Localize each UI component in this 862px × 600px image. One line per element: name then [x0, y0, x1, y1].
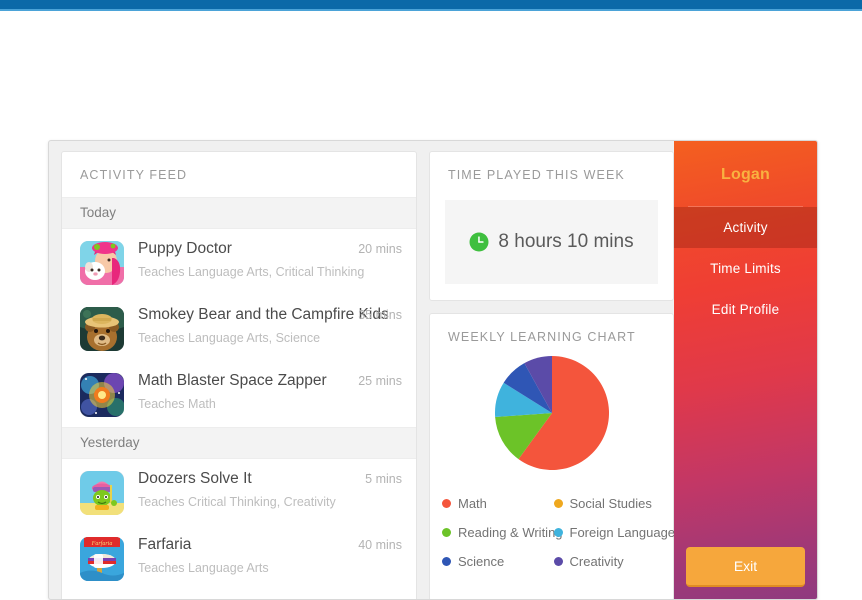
- activity-item-minutes: 5 mins: [365, 472, 402, 486]
- legend-color-dot: [553, 557, 563, 566]
- svg-text:Farfaria: Farfaria: [91, 540, 113, 547]
- legend-color-dot: [442, 499, 451, 508]
- activity-item-minutes: 20 mins: [358, 242, 402, 256]
- exit-button[interactable]: Exit: [686, 547, 805, 587]
- activity-feed-item-clipped[interactable]: [62, 591, 416, 599]
- legend-item: Math: [442, 489, 554, 518]
- legend-color-dot: [553, 499, 563, 508]
- profile-name: Logan: [721, 166, 770, 183]
- activity-item-minutes: 25 mins: [358, 374, 402, 388]
- legend-label: Social Studies: [569, 496, 652, 511]
- time-played-title: TIME PLAYED THIS WEEK: [448, 168, 625, 182]
- legend-label: Creativity: [569, 554, 624, 569]
- activity-item-body: Math Blaster Space Zapper Teaches Math: [124, 371, 352, 413]
- activity-feed-item[interactable]: Smokey Bear and the Campfire Kids Teaches…: [62, 295, 416, 361]
- sidebar-nav-item-activity[interactable]: Activity: [674, 207, 817, 248]
- activity-item-body: Doozers Solve It Teaches Critical Thinkin…: [124, 469, 359, 511]
- activity-item-title: Math Blaster Space Zapper: [138, 372, 327, 389]
- activity-feed-groups: Today Puppy Doctor Teaches Language Arts,…: [62, 197, 416, 599]
- smokey-bear-app-icon: [80, 307, 124, 351]
- activity-item-body: Puppy Doctor Teaches Language Arts, Criti…: [124, 239, 365, 281]
- activity-feed-column: ACTIVITY FEED Today Puppy Doctor Teaches …: [49, 141, 429, 599]
- farfaria-app-icon: Farfaria: [80, 537, 124, 581]
- legend-item: Science: [442, 547, 554, 576]
- activity-item-title: Smokey Bear and the Campfire Kids: [138, 306, 389, 323]
- pie-chart-svg: [494, 356, 609, 470]
- sidebar-nav-item-edit-profile[interactable]: Edit Profile: [674, 289, 817, 330]
- doozers-app-icon: [80, 471, 124, 515]
- legend-item: Foreign Language: [553, 518, 675, 547]
- sidebar-nav: Activity Time Limits Edit Profile: [674, 207, 817, 330]
- activity-item-minutes: 40 mins: [358, 538, 402, 552]
- time-played-value-box: 8 hours 10 mins: [445, 200, 658, 284]
- weekly-learning-chart-title: WEEKLY LEARNING CHART: [448, 330, 636, 344]
- activity-item-subjects: Teaches Critical Thinking, Creativity: [138, 495, 336, 509]
- activity-item-subjects: Teaches Language Arts: [138, 561, 269, 575]
- chart-legend: Math Social Studies Reading & Writing Forei…: [442, 489, 675, 576]
- legend-item: Social Studies: [553, 489, 666, 518]
- browser-top-bar-highlight: [0, 9, 862, 11]
- activity-item-body: Farfaria Teaches Language Arts: [124, 535, 352, 577]
- profile-sidebar: Logan Activity Time Limits Edit Profile Ex…: [674, 141, 817, 599]
- stats-column: TIME PLAYED THIS WEEK 8 hours 10 mins WE…: [429, 141, 675, 599]
- activity-item-subjects: Teaches Language Arts, Science: [138, 331, 321, 345]
- pie-chart: [430, 355, 673, 471]
- activity-item-subjects: Teaches Language Arts, Critical Thinking: [138, 265, 365, 279]
- activity-item-body: Smokey Bear and the Campfire Kids Teaches…: [124, 305, 389, 347]
- activity-feed-card: ACTIVITY FEED Today Puppy Doctor Teaches …: [61, 151, 417, 599]
- weekly-learning-chart-card: WEEKLY LEARNING CHART Math Social Studies…: [429, 313, 675, 599]
- legend-item: Reading & Writing: [442, 518, 563, 547]
- legend-item: Creativity: [553, 547, 666, 576]
- activity-feed-title: ACTIVITY FEED: [80, 168, 188, 182]
- math-blaster-app-icon: [80, 373, 124, 417]
- browser-top-bar: [0, 0, 862, 9]
- activity-feed-item[interactable]: Puppy Doctor Teaches Language Arts, Criti…: [62, 229, 416, 295]
- parent-dashboard-modal: ACTIVITY FEED Today Puppy Doctor Teaches …: [48, 140, 818, 600]
- activity-feed-day-header: Yesterday: [62, 427, 416, 459]
- legend-label: Science: [458, 554, 505, 569]
- legend-label: Foreign Language: [569, 525, 676, 540]
- legend-color-dot: [442, 557, 451, 566]
- activity-item-title: Doozers Solve It: [138, 470, 252, 487]
- legend-label: Math: [458, 496, 487, 511]
- time-played-value: 8 hours 10 mins: [498, 231, 634, 252]
- activity-item-title: Puppy Doctor: [138, 240, 232, 257]
- activity-feed-item[interactable]: Math Blaster Space Zapper Teaches Math 25 …: [62, 361, 416, 427]
- activity-feed-day-header: Today: [62, 197, 416, 229]
- legend-color-dot: [553, 528, 563, 537]
- legend-color-dot: [442, 528, 451, 537]
- sidebar-nav-item-time-limits[interactable]: Time Limits: [674, 248, 817, 289]
- activity-item-subjects: Teaches Math: [138, 397, 216, 411]
- activity-item-title: Farfaria: [138, 536, 192, 553]
- time-played-card: TIME PLAYED THIS WEEK 8 hours 10 mins: [429, 151, 674, 301]
- legend-label: Reading & Writing: [458, 525, 563, 540]
- puppy-doctor-app-icon: [80, 241, 124, 285]
- clock-icon: [469, 232, 489, 252]
- activity-item-minutes: 35 mins: [358, 308, 402, 322]
- activity-feed-item[interactable]: Farfaria Farfaria Teaches Language Arts 40…: [62, 525, 416, 591]
- activity-feed-item[interactable]: Doozers Solve It Teaches Critical Thinkin…: [62, 459, 416, 525]
